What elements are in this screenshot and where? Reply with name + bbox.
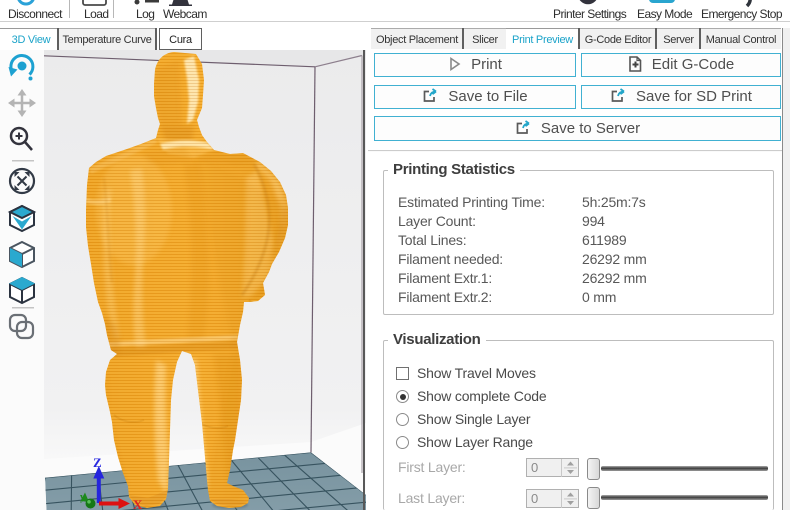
svg-text:y: y — [80, 492, 85, 503]
svg-text:X: X — [133, 497, 143, 510]
svg-text:Z: Z — [93, 455, 102, 470]
